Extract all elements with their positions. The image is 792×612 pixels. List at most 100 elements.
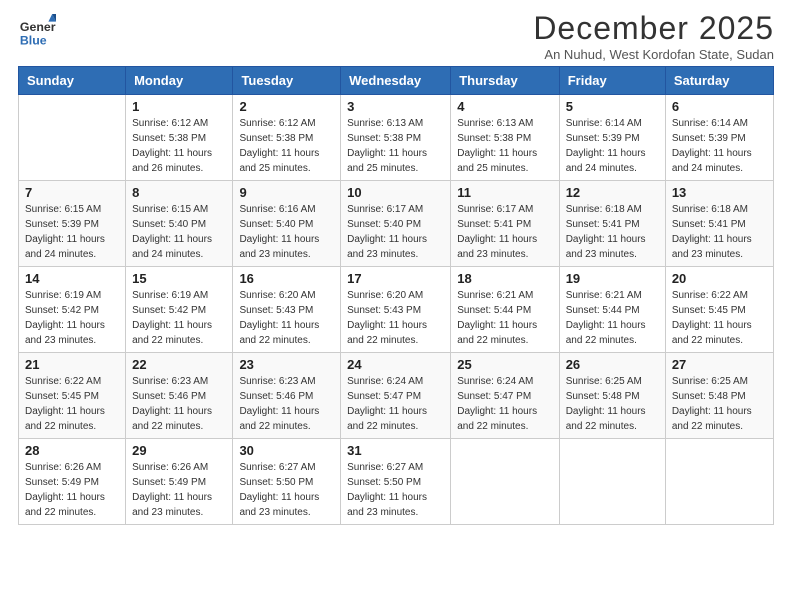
day-info: Sunrise: 6:12 AM Sunset: 5:38 PM Daylight:… [239, 116, 334, 176]
calendar-cell: 11Sunrise: 6:17 AMSunset: 5:41 PMDayligh… [451, 181, 559, 267]
day-number: 21 [25, 357, 119, 372]
sunset-time: Sunset: 5:38 PM [239, 133, 313, 144]
calendar-cell: 23Sunrise: 6:23 AMSunset: 5:46 PMDayligh… [233, 353, 341, 439]
calendar-cell: 13Sunrise: 6:18 AMSunset: 5:41 PMDayligh… [665, 181, 773, 267]
day-number: 1 [132, 99, 226, 114]
day-info: Sunrise: 6:15 AMSunset: 5:39 PMDaylight:… [25, 202, 119, 262]
day-info: Sunrise: 6:22 AMSunset: 5:45 PMDaylight:… [25, 374, 119, 434]
header-friday: Friday [559, 67, 665, 95]
sunrise-time: Sunrise: 6:24 AM [347, 376, 423, 387]
calendar-cell: 20Sunrise: 6:22 AMSunset: 5:45 PMDayligh… [665, 267, 773, 353]
sunrise-time: Sunrise: 6:22 AM [25, 376, 101, 387]
header-tuesday: Tuesday [233, 67, 341, 95]
sunset-time: Sunset: 5:42 PM [25, 305, 99, 316]
day-number: 30 [239, 443, 334, 458]
sunset-time: Sunset: 5:45 PM [672, 305, 746, 316]
calendar: Sunday Monday Tuesday Wednesday Thursday… [18, 66, 774, 525]
calendar-cell: 4Sunrise: 6:13 AMSunset: 5:38 PMDaylight… [451, 95, 559, 181]
daylight-hours: Daylight: 11 hours and 22 minutes. [566, 320, 646, 346]
sunrise-time: Sunrise: 6:26 AM [25, 462, 101, 473]
calendar-week-1: 1 Sunrise: 6:12 AM Sunset: 5:38 PM Daylight… [19, 95, 774, 181]
sunrise-time: Sunrise: 6:13 AM [457, 118, 533, 129]
day-info: Sunrise: 6:15 AMSunset: 5:40 PMDaylight:… [132, 202, 226, 262]
sunrise-time: Sunrise: 6:23 AM [132, 376, 208, 387]
daylight-hours: Daylight: 11 hours and 22 minutes. [25, 406, 105, 432]
daylight-hours: Daylight: 11 hours and 24 minutes. [132, 234, 212, 260]
calendar-cell: 3Sunrise: 6:13 AMSunset: 5:38 PMDaylight… [341, 95, 451, 181]
sunrise-time: Sunrise: 6:17 AM [457, 204, 533, 215]
sunrise-time: Sunrise: 6:25 AM [672, 376, 748, 387]
day-info: Sunrise: 6:18 AM Sunset: 5:41 PM Daylight:… [672, 202, 767, 262]
calendar-cell: 6Sunrise: 6:14 AMSunset: 5:39 PMDaylight… [665, 95, 773, 181]
sunset-time: Sunset: 5:40 PM [239, 219, 313, 230]
svg-text:General: General [20, 20, 56, 34]
sunset-time: Sunset: 5:41 PM [672, 219, 746, 230]
sunset-time: Sunset: 5:47 PM [457, 391, 531, 402]
sunrise-time: Sunrise: 6:20 AM [239, 290, 315, 301]
sunrise-time: Sunrise: 6:25 AM [566, 376, 642, 387]
calendar-cell: 5Sunrise: 6:14 AMSunset: 5:39 PMDaylight… [559, 95, 665, 181]
calendar-cell: 15Sunrise: 6:19 AMSunset: 5:42 PMDayligh… [126, 267, 233, 353]
day-number: 17 [347, 271, 444, 286]
calendar-cell [451, 439, 559, 525]
day-info: Sunrise: 6:21 AMSunset: 5:44 PMDaylight:… [566, 288, 659, 348]
daylight-hours: Daylight: 11 hours and 23 minutes. [25, 320, 105, 346]
daylight-hours: Daylight: 11 hours and 25 minutes. [239, 148, 319, 174]
day-number: 25 [457, 357, 552, 372]
calendar-cell: 16Sunrise: 6:20 AMSunset: 5:43 PMDayligh… [233, 267, 341, 353]
day-info: Sunrise: 6:22 AMSunset: 5:45 PMDaylight:… [672, 288, 767, 348]
calendar-body: 1 Sunrise: 6:12 AM Sunset: 5:38 PM Daylight… [19, 95, 774, 525]
month-title: December 2025 [533, 10, 774, 47]
calendar-cell: 29Sunrise: 6:26 AMSunset: 5:49 PMDayligh… [126, 439, 233, 525]
day-info: Sunrise: 6:16 AMSunset: 5:40 PMDaylight:… [239, 202, 334, 262]
day-info: Sunrise: 6:24 AMSunset: 5:47 PMDaylight:… [457, 374, 552, 434]
sunrise-time: Sunrise: 6:12 AM [239, 118, 315, 129]
sunset-time: Sunset: 5:40 PM [347, 219, 421, 230]
sunrise-time: Sunrise: 6:19 AM [132, 290, 208, 301]
day-info: Sunrise: 6:13 AMSunset: 5:38 PMDaylight:… [347, 116, 444, 176]
sunset-time: Sunset: 5:39 PM [566, 133, 640, 144]
day-number: 24 [347, 357, 444, 372]
sunrise-time: Sunrise: 6:13 AM [347, 118, 423, 129]
daylight-hours: Daylight: 11 hours and 24 minutes. [566, 148, 646, 174]
day-info: Sunrise: 6:23 AMSunset: 5:46 PMDaylight:… [239, 374, 334, 434]
calendar-cell: 24Sunrise: 6:24 AMSunset: 5:47 PMDayligh… [341, 353, 451, 439]
sunrise-time: Sunrise: 6:17 AM [347, 204, 423, 215]
daylight-hours: Daylight: 11 hours and 22 minutes. [132, 406, 212, 432]
day-number: 28 [25, 443, 119, 458]
daylight-hours: Daylight: 11 hours and 22 minutes. [239, 406, 319, 432]
sunrise-time: Sunrise: 6:27 AM [347, 462, 423, 473]
daylight-hours: Daylight: 11 hours and 23 minutes. [239, 234, 319, 260]
sunrise-time: Sunrise: 6:18 AM [672, 204, 748, 215]
calendar-week-4: 21 Sunrise: 6:22 AMSunset: 5:45 PMDayligh… [19, 353, 774, 439]
subtitle: An Nuhud, West Kordofan State, Sudan [533, 47, 774, 62]
daylight-hours: Daylight: 11 hours and 23 minutes. [672, 234, 752, 260]
daylight-hours: Daylight: 11 hours and 24 minutes. [25, 234, 105, 260]
header-monday: Monday [126, 67, 233, 95]
sunrise-time: Sunrise: 6:15 AM [25, 204, 101, 215]
calendar-cell: 17 Sunrise: 6:20 AMSunset: 5:43 PMDayligh… [341, 267, 451, 353]
day-number: 8 [132, 185, 226, 200]
sunrise-time: Sunrise: 6:24 AM [457, 376, 533, 387]
calendar-cell: 9Sunrise: 6:16 AMSunset: 5:40 PMDaylight… [233, 181, 341, 267]
daylight-hours: Daylight: 11 hours and 22 minutes. [566, 406, 646, 432]
sunset-time: Sunset: 5:43 PM [239, 305, 313, 316]
daylight-hours: Daylight: 11 hours and 23 minutes. [132, 492, 212, 518]
day-number: 12 [566, 185, 659, 200]
day-number: 27 [672, 357, 767, 372]
daylight-hours: Daylight: 11 hours and 22 minutes. [239, 320, 319, 346]
day-info: Sunrise: 6:26 AMSunset: 5:49 PMDaylight:… [132, 460, 226, 520]
calendar-cell: 28Sunrise: 6:26 AMSunset: 5:49 PMDayligh… [19, 439, 126, 525]
day-number: 4 [457, 99, 552, 114]
header-wednesday: Wednesday [341, 67, 451, 95]
header-thursday: Thursday [451, 67, 559, 95]
title-block: December 2025 An Nuhud, West Kordofan St… [533, 10, 774, 62]
sunset-time: Sunset: 5:38 PM [132, 133, 206, 144]
day-info: Sunrise: 6:21 AMSunset: 5:44 PMDaylight:… [457, 288, 552, 348]
sunset-time: Sunset: 5:41 PM [566, 219, 640, 230]
calendar-cell [559, 439, 665, 525]
sunset-time: Sunset: 5:46 PM [239, 391, 313, 402]
calendar-week-5: 28 Sunrise: 6:26 AMSunset: 5:49 PMDayligh… [19, 439, 774, 525]
day-info: Sunrise: 6:14 AMSunset: 5:39 PMDaylight:… [566, 116, 659, 176]
day-info: Sunrise: 6:20 AMSunset: 5:43 PMDaylight:… [347, 288, 444, 348]
